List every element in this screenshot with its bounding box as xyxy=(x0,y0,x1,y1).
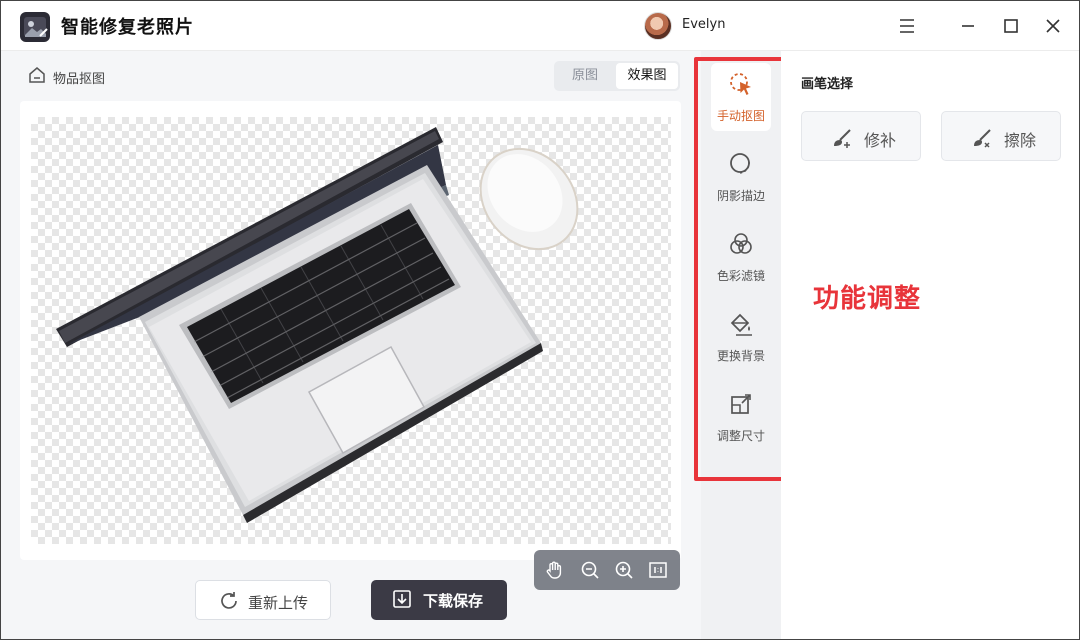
mouse-image xyxy=(479,147,579,251)
brush-minus-icon xyxy=(970,126,994,150)
minimize-icon[interactable] xyxy=(956,14,980,38)
annotation-label: 功能调整 xyxy=(813,284,922,314)
tool-manual-cutout[interactable]: 手动抠图 xyxy=(711,63,771,131)
tool-label: 色彩滤镜 xyxy=(716,269,765,283)
canvas-card xyxy=(20,101,681,590)
repair-label: 修补 xyxy=(864,131,897,150)
avatar[interactable] xyxy=(644,12,672,40)
tool-color-filter[interactable]: 色彩滤镜 xyxy=(711,223,771,291)
tab-original[interactable]: 原图 xyxy=(556,63,614,89)
maximize-icon[interactable] xyxy=(999,14,1023,38)
tool-change-background[interactable]: 更换背景 xyxy=(711,303,771,371)
tool-resize[interactable]: 调整尺寸 xyxy=(711,383,771,451)
properties-panel: 画笔选择 修补 擦除 xyxy=(781,51,1079,639)
workspace-panel: 物品抠图 原图 效果图 重新上传 下载保存 xyxy=(1,51,701,639)
resize-icon xyxy=(731,394,751,414)
download-icon xyxy=(391,588,413,610)
shadow-outline-icon xyxy=(730,153,750,174)
download-button[interactable]: 下载保存 xyxy=(371,580,507,620)
tool-shadow-outline[interactable]: 阴影描边 xyxy=(711,143,771,211)
home-icon[interactable] xyxy=(28,66,46,84)
title-bar: 智能修复老照片 Evelyn xyxy=(1,1,1079,51)
image-canvas[interactable] xyxy=(31,117,671,544)
color-filter-icon xyxy=(730,233,752,254)
zoom-in-icon[interactable] xyxy=(613,559,635,581)
tool-sidebar: 手动抠图 阴影描边 色彩滤镜 更换背景 调整尺寸 xyxy=(701,51,781,639)
app-logo-icon xyxy=(20,12,50,42)
tool-label: 手动抠图 xyxy=(716,109,765,123)
brush-plus-icon xyxy=(830,126,854,150)
tab-effect[interactable]: 效果图 xyxy=(616,63,678,89)
cursor-lasso-icon xyxy=(730,73,751,95)
tool-label: 阴影描边 xyxy=(716,189,765,203)
user-name[interactable]: Evelyn xyxy=(682,17,725,32)
fit-1to1-icon[interactable] xyxy=(647,559,669,581)
tool-label: 调整尺寸 xyxy=(716,429,765,443)
close-icon[interactable] xyxy=(1041,14,1065,38)
app-window: 智能修复老照片 Evelyn 物品抠图 原图 效果图 重新上传 下载保存 手动抠… xyxy=(0,0,1080,640)
reupload-label: 重新上传 xyxy=(248,594,309,612)
download-label: 下载保存 xyxy=(423,592,484,610)
breadcrumb[interactable]: 物品抠图 xyxy=(53,68,105,87)
hand-icon[interactable] xyxy=(544,559,566,581)
brush-section-title: 画笔选择 xyxy=(801,77,854,92)
erase-brush-button[interactable]: 擦除 xyxy=(941,111,1061,161)
erase-label: 擦除 xyxy=(1004,131,1037,150)
zoom-toolbar xyxy=(534,550,680,590)
paint-bucket-icon xyxy=(730,313,752,336)
refresh-icon xyxy=(218,590,240,612)
view-toggle: 原图 效果图 xyxy=(554,61,680,91)
repair-brush-button[interactable]: 修补 xyxy=(801,111,921,161)
laptop-cutout-image xyxy=(56,127,579,523)
app-title: 智能修复老照片 xyxy=(61,17,194,38)
reupload-button[interactable]: 重新上传 xyxy=(195,580,331,620)
tool-label: 更换背景 xyxy=(716,349,765,363)
menu-icon[interactable] xyxy=(895,14,919,38)
zoom-out-icon[interactable] xyxy=(579,559,601,581)
